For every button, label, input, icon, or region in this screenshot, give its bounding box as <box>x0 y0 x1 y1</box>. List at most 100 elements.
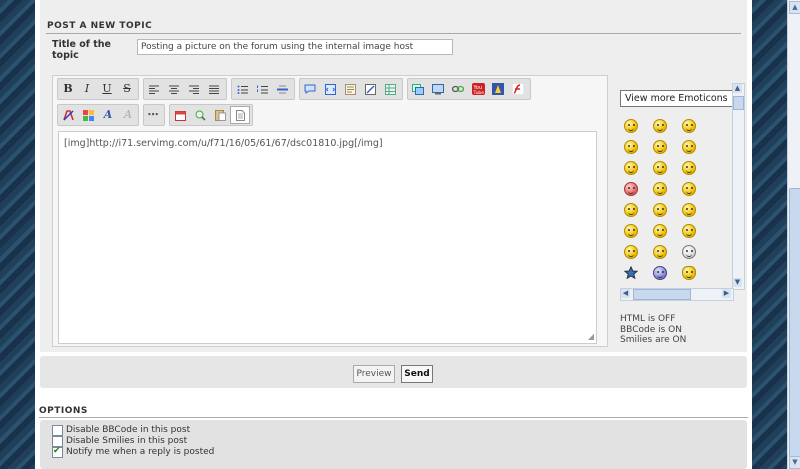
toolbar-group-format: B I U S <box>57 78 139 100</box>
emoticon-scroll-right-icon[interactable]: ▶ <box>722 289 731 298</box>
clear-format-icon[interactable]: A <box>119 106 137 124</box>
notify-reply-checkbox[interactable] <box>52 446 63 458</box>
svg-text:Tube: Tube <box>472 90 484 95</box>
confused-emoticon-icon[interactable] <box>653 182 667 196</box>
hide-icon[interactable] <box>361 80 379 98</box>
insert-image-icon[interactable] <box>409 80 427 98</box>
tongue-emoticon-icon[interactable] <box>682 161 696 175</box>
dailymotion-icon[interactable] <box>489 80 507 98</box>
cool-emoticon-icon[interactable] <box>682 140 696 154</box>
code-icon[interactable] <box>321 80 339 98</box>
main-content: POST A NEW TOPIC Title of the topic Post… <box>35 0 752 469</box>
divider <box>46 33 741 34</box>
align-right-icon[interactable] <box>185 80 203 98</box>
arrow-emoticon-icon[interactable] <box>624 245 638 259</box>
page-background-left <box>0 0 35 469</box>
post-form-panel: POST A NEW TOPIC Title of the topic Post… <box>40 0 747 352</box>
laugh-emoticon-icon[interactable] <box>682 119 696 133</box>
quote-icon[interactable] <box>301 80 319 98</box>
option-label: Notify me when a reply is posted <box>66 447 215 457</box>
devil-emoticon-icon[interactable] <box>682 182 696 196</box>
html-status: HTML is OFF <box>620 314 676 324</box>
toolbar-group-blocks <box>299 78 403 100</box>
numbered-list-icon[interactable] <box>253 80 271 98</box>
title-label: Title of the topic <box>52 39 111 61</box>
toolbar-group-color: A A <box>57 104 139 126</box>
emoticon-panel: View more Emoticons ▲ ▼ ◀ ▶ <box>620 83 745 301</box>
happy-emoticon-icon[interactable] <box>653 119 667 133</box>
insert-link-icon[interactable] <box>449 80 467 98</box>
youtube-icon[interactable]: You Tube <box>469 80 487 98</box>
view-more-emoticons-select[interactable]: View more Emoticons <box>620 90 738 107</box>
scroll-down-arrow-icon[interactable]: ▼ <box>789 456 800 469</box>
search-icon[interactable] <box>191 106 209 124</box>
surprised-emoticon-icon[interactable] <box>624 161 638 175</box>
hmm-emoticon-icon[interactable] <box>653 245 667 259</box>
message-textarea[interactable]: [img]http://i71.servimg.com/u/f71/16/05/… <box>58 131 597 344</box>
emoticon-scroll-down-icon[interactable]: ▼ <box>733 278 742 287</box>
horizontal-rule-icon[interactable] <box>273 80 291 98</box>
text-gradient-icon[interactable] <box>79 106 97 124</box>
option-label: Disable Smilies in this post <box>66 436 188 446</box>
heart-emoticon-icon[interactable] <box>682 266 696 280</box>
question-emoticon-icon[interactable] <box>653 224 667 238</box>
smilies-status: Smilies are ON <box>620 335 687 345</box>
date-icon[interactable] <box>171 106 189 124</box>
evil-emoticon-icon[interactable] <box>624 203 638 217</box>
spoiler-icon[interactable] <box>341 80 359 98</box>
bold-button[interactable]: B <box>59 80 77 98</box>
flash-icon[interactable] <box>509 80 527 98</box>
more-icon[interactable]: ⋯ <box>144 106 162 124</box>
divider <box>39 417 748 418</box>
bulleted-list-icon[interactable] <box>233 80 251 98</box>
shocked-emoticon-icon[interactable] <box>682 224 696 238</box>
exclamation-emoticon-icon[interactable] <box>624 224 638 238</box>
glasses-emoticon-icon[interactable] <box>653 140 667 154</box>
emoticon-hscroll[interactable]: ◀ ▶ <box>620 288 734 301</box>
page-background-right <box>752 0 787 469</box>
paste-icon[interactable] <box>211 106 229 124</box>
neutral-emoticon-icon[interactable] <box>653 161 667 175</box>
emoticon-hscroll-thumb[interactable] <box>633 289 691 300</box>
skull-emoticon-icon[interactable] <box>682 245 696 259</box>
table-icon[interactable] <box>381 80 399 98</box>
bbcode-status: BBCode is ON <box>620 324 682 335</box>
toolbar-group-align <box>143 78 227 100</box>
italic-button[interactable]: I <box>78 80 96 98</box>
sad-emoticon-icon[interactable] <box>624 140 638 154</box>
page-scrollbar-thumb[interactable] <box>789 188 800 460</box>
rolleyes-emoticon-icon[interactable] <box>653 203 667 217</box>
preview-button[interactable]: Preview <box>353 365 395 383</box>
section-heading-options: OPTIONS <box>39 406 88 416</box>
resize-grip-icon[interactable]: ◢ <box>588 332 594 341</box>
host-image-icon[interactable] <box>429 80 447 98</box>
toolbar-group-tools <box>169 104 253 126</box>
star-emoticon-icon[interactable] <box>623 265 639 280</box>
smile-emoticon-icon[interactable] <box>624 119 638 133</box>
emoticon-vscroll-thumb[interactable] <box>733 96 744 110</box>
font-face-icon[interactable]: A <box>99 106 117 124</box>
strikethrough-button[interactable]: S <box>118 80 136 98</box>
title-input[interactable]: Posting a picture on the forum using the… <box>137 39 453 55</box>
switch-mode-icon[interactable] <box>230 106 250 124</box>
angry-emoticon-icon[interactable] <box>624 182 638 196</box>
underline-button[interactable]: U <box>98 80 116 98</box>
message-text: [img]http://i71.servimg.com/u/f71/16/05/… <box>64 138 383 149</box>
align-center-icon[interactable] <box>165 80 183 98</box>
sleep-emoticon-icon[interactable] <box>653 266 667 280</box>
disable-bbcode-checkbox[interactable] <box>52 425 63 436</box>
option-label: Disable BBCode in this post <box>66 425 191 435</box>
send-button[interactable]: Send <box>401 365 433 383</box>
toolbar-group-more: ⋯ <box>143 104 165 126</box>
emoticon-vscroll[interactable]: ▲ ▼ <box>732 83 745 290</box>
emoticon-scroll-left-icon[interactable]: ◀ <box>621 289 630 298</box>
align-left-icon[interactable] <box>145 80 163 98</box>
justify-icon[interactable] <box>205 80 223 98</box>
scroll-up-arrow-icon[interactable]: ▲ <box>789 1 800 14</box>
wink-emoticon-icon[interactable] <box>682 203 696 217</box>
options-panel: Disable BBCode in this post Disable Smil… <box>40 420 747 469</box>
emoticon-scroll-up-icon[interactable]: ▲ <box>733 84 742 93</box>
page-scrollbar[interactable]: ▲ ▼ <box>787 0 800 469</box>
font-color-icon[interactable] <box>59 106 77 124</box>
editor-panel: B I U S You Tube A A ⋯ [img]http://i71.s… <box>52 75 608 347</box>
